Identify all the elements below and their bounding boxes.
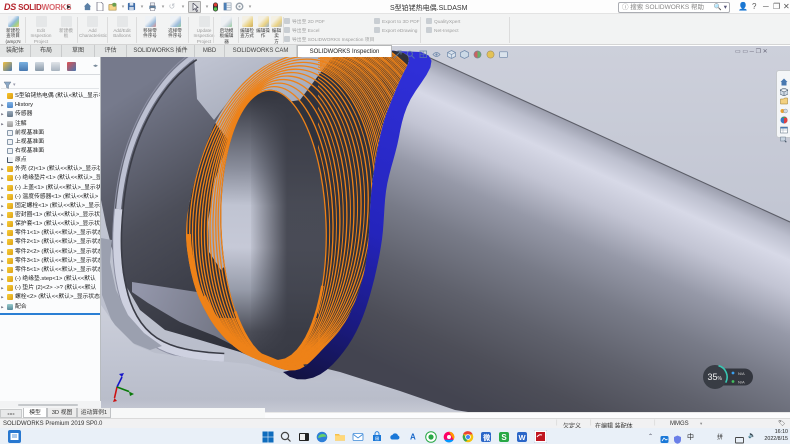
- svg-text:S: S: [501, 433, 507, 442]
- svg-text:⊞: ⊞: [375, 436, 379, 442]
- svg-text:N/A: N/A: [738, 371, 745, 376]
- svg-text:微: 微: [482, 433, 491, 442]
- svg-text:W: W: [519, 433, 527, 442]
- svg-text:N/A: N/A: [738, 380, 745, 385]
- svg-text:A: A: [410, 432, 416, 441]
